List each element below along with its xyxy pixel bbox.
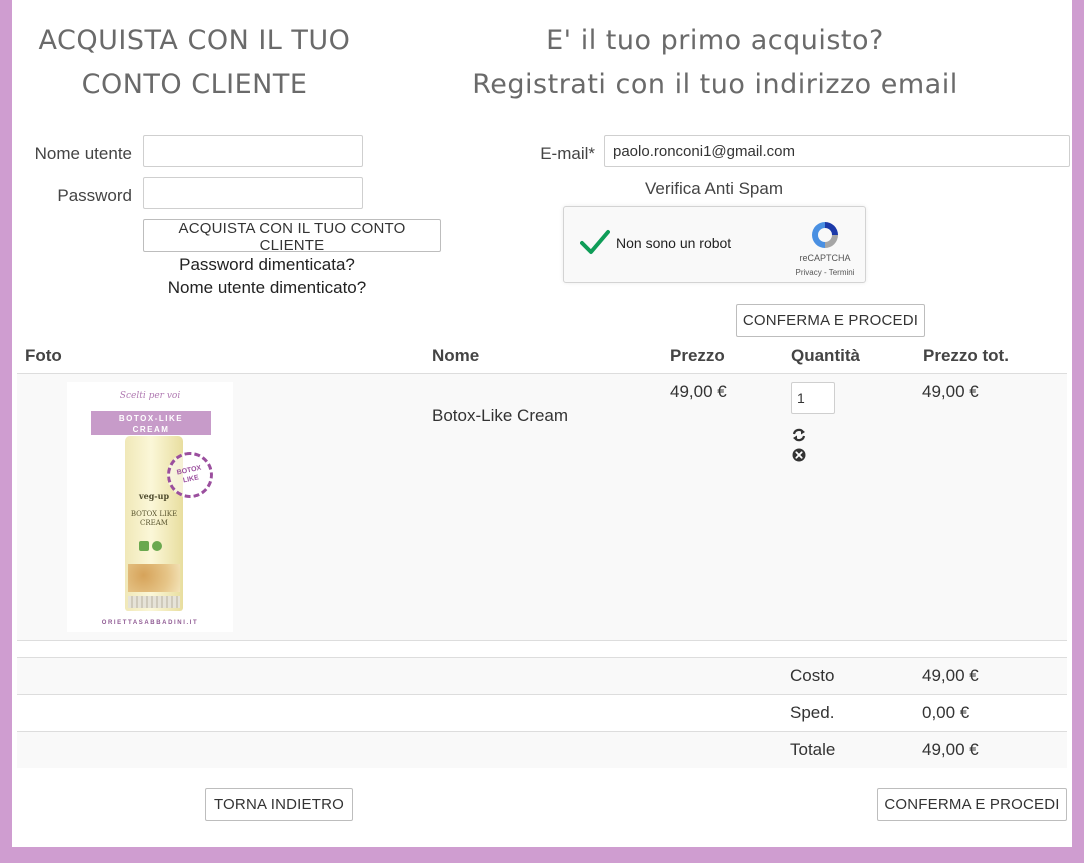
footer-confirm-button[interactable]: CONFERMA E PROCEDI bbox=[877, 788, 1067, 821]
shipping-label: Sped. bbox=[790, 703, 835, 722]
cost-label: Costo bbox=[790, 666, 835, 685]
antispam-label: Verifica Anti Spam bbox=[645, 179, 783, 198]
cost-value: 49,00 € bbox=[922, 666, 979, 685]
back-button[interactable]: TORNA INDIETRO bbox=[205, 788, 353, 821]
password-input[interactable] bbox=[143, 177, 363, 209]
login-heading-line1: ACQUISTA CON IL TUO bbox=[38, 25, 351, 56]
summary-row-cost: Costo 49,00 € bbox=[17, 658, 1067, 694]
checkmark-icon[interactable] bbox=[580, 229, 610, 255]
recaptcha-label: Non sono un robot bbox=[616, 235, 732, 251]
refresh-icon[interactable] bbox=[792, 428, 806, 442]
remove-circle-icon[interactable] bbox=[792, 448, 806, 462]
summary-row-shipping: Sped. 0,00 € bbox=[17, 695, 1067, 731]
username-input[interactable] bbox=[143, 135, 363, 167]
image-bottle-label: BOTOX LIKE CREAM bbox=[125, 510, 183, 528]
recaptcha-terms-link[interactable]: Termini bbox=[829, 268, 855, 277]
total-value: 49,00 € bbox=[922, 740, 979, 759]
email-input[interactable] bbox=[604, 135, 1070, 167]
register-confirm-button[interactable]: CONFERMA E PROCEDI bbox=[736, 304, 925, 337]
shipping-value: 0,00 € bbox=[922, 703, 970, 722]
quantity-input[interactable] bbox=[791, 382, 835, 414]
col-header-name: Nome bbox=[432, 346, 480, 365]
item-price: 49,00 € bbox=[670, 382, 727, 401]
register-heading-line2: Registrati con il tuo indirizzo email bbox=[472, 69, 958, 100]
login-heading: ACQUISTA CON IL TUO CONTO CLIENTE bbox=[12, 19, 377, 107]
register-heading-line1: E' il tuo primo acquisto? bbox=[546, 25, 884, 56]
login-submit-button[interactable]: ACQUISTA CON IL TUO CONTO CLIENTE bbox=[143, 219, 441, 254]
image-footer-text: ORIETTASABBADINI.IT bbox=[101, 620, 199, 626]
item-total: 49,00 € bbox=[922, 382, 979, 401]
recaptcha-links: Privacy - Termini bbox=[784, 268, 866, 277]
login-heading-line2: CONTO CLIENTE bbox=[81, 69, 308, 100]
email-label: E-mail* bbox=[540, 144, 595, 163]
col-header-price: Prezzo bbox=[670, 346, 725, 365]
recaptcha-widget: Non sono un robot reCAPTCHA Privacy - Te… bbox=[563, 206, 866, 283]
forgot-username-link[interactable]: Nome utente dimenticato? bbox=[12, 278, 522, 298]
username-label: Nome utente bbox=[34, 144, 132, 163]
password-label: Password bbox=[57, 186, 132, 205]
image-banner-line1: BOTOX-LIKE bbox=[118, 414, 184, 423]
total-label: Totale bbox=[790, 740, 836, 759]
image-banner: BOTOX-LIKE CREAM bbox=[91, 411, 211, 435]
col-header-total: Prezzo tot. bbox=[923, 346, 1009, 365]
col-header-photo: Foto bbox=[25, 346, 62, 365]
recaptcha-brand: reCAPTCHA bbox=[799, 253, 851, 263]
image-script-text: Scelti per voi bbox=[119, 391, 181, 401]
recaptcha-separator: - bbox=[821, 268, 829, 277]
checkout-panel: ACQUISTA CON IL TUO CONTO CLIENTE Nome u… bbox=[12, 0, 1072, 847]
recaptcha-logo-icon bbox=[812, 222, 838, 248]
image-bottle-line1: BOTOX LIKE bbox=[130, 510, 178, 518]
forgot-password-link[interactable]: Password dimenticata? bbox=[12, 255, 522, 275]
table-row: Scelti per voi BOTOX-LIKE CREAM veg-up B… bbox=[17, 374, 1067, 640]
summary-row-total: Totale 49,00 € bbox=[17, 732, 1067, 768]
col-header-quantity: Quantità bbox=[791, 346, 860, 365]
item-name: Botox-Like Cream bbox=[432, 406, 569, 425]
register-heading: E' il tuo primo acquisto? Registrati con… bbox=[432, 19, 998, 107]
image-banner-line2: CREAM bbox=[132, 425, 170, 434]
image-bottle-line2: CREAM bbox=[140, 519, 168, 527]
product-image[interactable]: Scelti per voi BOTOX-LIKE CREAM veg-up B… bbox=[67, 382, 233, 632]
recaptcha-privacy-link[interactable]: Privacy bbox=[796, 268, 822, 277]
